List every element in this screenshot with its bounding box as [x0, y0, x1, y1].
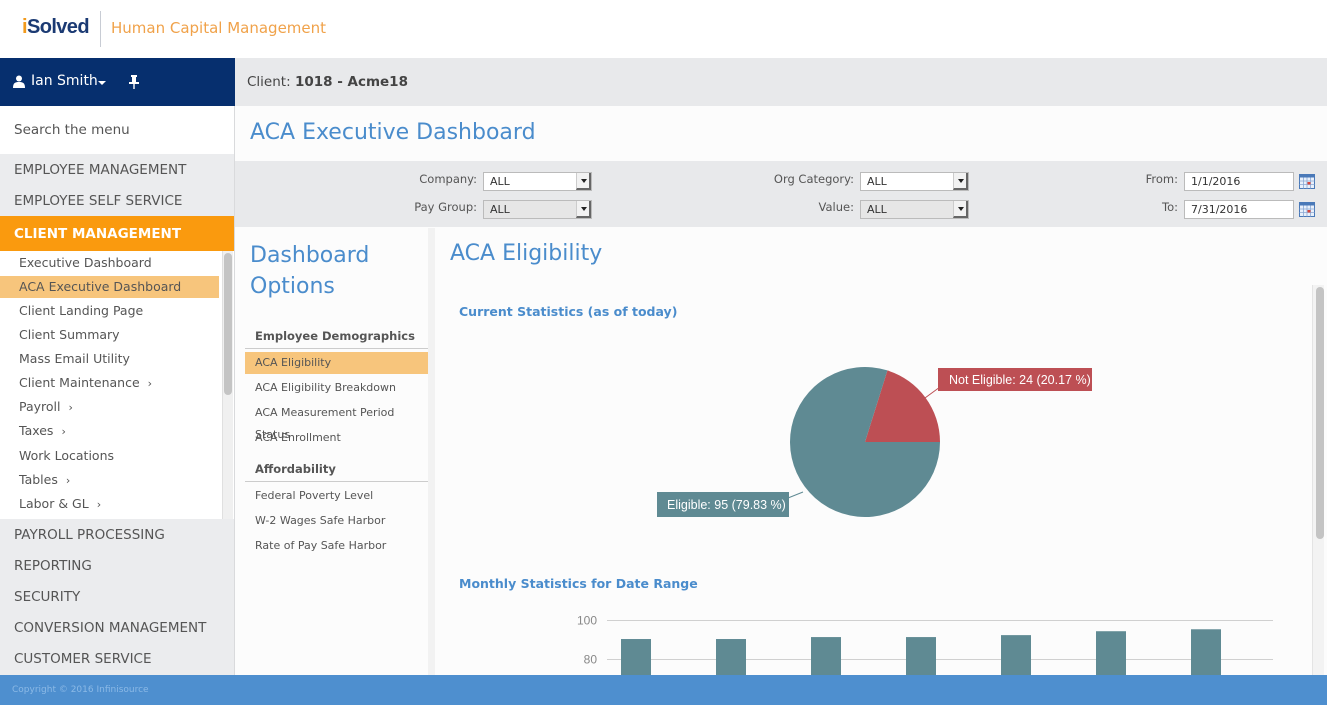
org-category-label: Org Category:: [773, 172, 854, 186]
page-title: ACA Executive Dashboard: [250, 120, 536, 145]
menu-search-input[interactable]: [0, 106, 234, 154]
chevron-right-icon: ›: [96, 498, 102, 511]
calendar-icon[interactable]: [1299, 202, 1315, 217]
from-date-label: From:: [1145, 172, 1178, 186]
leader-line-eligible: [787, 491, 804, 499]
chevron-right-icon: ›: [68, 401, 73, 414]
sidebar-item-tables[interactable]: Tables ›: [0, 469, 219, 491]
sidebar-section-reporting[interactable]: REPORTING: [0, 551, 234, 582]
option-aca-enrollment[interactable]: ACA Enrollment: [245, 427, 428, 449]
option-aca-measurement-period-status[interactable]: ACA Measurement Period Status: [245, 402, 428, 441]
company-select[interactable]: ALL: [483, 172, 592, 191]
option-rate-of-pay-safe-harbor[interactable]: Rate of Pay Safe Harbor: [245, 535, 428, 557]
chevron-down-icon[interactable]: [98, 81, 106, 85]
monthly-bar-chart: 100 80: [577, 614, 1273, 675]
bar-feb-2016[interactable]: [716, 639, 746, 675]
copyright-text: Copyright © 2016 Infinisource: [12, 685, 149, 695]
sidebar-section-security[interactable]: SECURITY: [0, 582, 234, 613]
bar-jan-2016[interactable]: [621, 639, 651, 675]
bar-may-2016[interactable]: [1001, 635, 1031, 675]
pin-icon[interactable]: [129, 75, 139, 89]
to-date-input[interactable]: [1184, 200, 1294, 219]
sidebar-item-client-maintenance[interactable]: Client Maintenance ›: [0, 372, 219, 394]
submenu-scrollbar-thumb[interactable]: [224, 253, 232, 395]
dropdown-arrow-icon: [576, 173, 591, 190]
sidebar-item-client-summary[interactable]: Client Summary: [0, 324, 219, 346]
dropdown-arrow-icon: [576, 201, 591, 218]
options-group-employee-demographics: Employee Demographics: [245, 325, 428, 349]
pay-group-label: Pay Group:: [414, 200, 477, 214]
bar-apr-2016[interactable]: [906, 637, 936, 675]
footer: Copyright © 2016 Infinisource: [0, 675, 1327, 705]
monthly-statistics-title: Monthly Statistics for Date Range: [459, 576, 698, 591]
sidebar-section-employee-self-service[interactable]: EMPLOYEE SELF SERVICE: [0, 186, 234, 217]
sidebar-item-work-locations[interactable]: Work Locations: [0, 445, 219, 467]
sidebar-section-client-management[interactable]: CLIENT MANAGEMENT: [0, 216, 234, 253]
sidebar-item-payroll[interactable]: Payroll ›: [0, 396, 219, 418]
eligibility-pie-chart: Not Eligible: 24 (20.17 %) Eligible: 95 …: [657, 367, 1092, 517]
menu-search: [0, 106, 234, 154]
user-bar: Ian Smith: [0, 58, 235, 106]
chevron-right-icon: ›: [147, 377, 153, 390]
sidebar-section-payroll-processing[interactable]: PAYROLL PROCESSING: [0, 520, 234, 551]
sidebar-item-labor-gl[interactable]: Labor & GL ›: [0, 493, 219, 515]
chevron-right-icon: ›: [61, 425, 66, 438]
dropdown-arrow-icon: [953, 173, 968, 190]
user-menu-button[interactable]: Ian Smith: [31, 73, 98, 89]
client-management-submenu: Executive Dashboard ACA Executive Dashbo…: [0, 251, 234, 519]
sidebar-item-aca-executive-dashboard[interactable]: ACA Executive Dashboard: [0, 276, 219, 298]
dropdown-arrow-icon: [953, 201, 968, 218]
sidebar-item-executive-dashboard[interactable]: Executive Dashboard: [0, 252, 219, 274]
option-aca-eligibility[interactable]: ACA Eligibility: [245, 352, 428, 374]
y-tick-label: 80: [584, 653, 598, 667]
calendar-icon[interactable]: [1299, 174, 1315, 189]
brand-bar: iSolved Human Capital Management: [0, 0, 1327, 58]
client-bar: Client: 1018 - Acme18: [235, 58, 1327, 106]
y-tick-label: 100: [577, 614, 597, 628]
option-aca-eligibility-breakdown[interactable]: ACA Eligibility Breakdown: [245, 377, 428, 399]
sidebar: EMPLOYEE MANAGEMENT EMPLOYEE SELF SERVIC…: [0, 106, 235, 675]
value-label: Value:: [818, 200, 854, 214]
sidebar-section-conversion-management[interactable]: CONVERSION MANAGEMENT: [0, 613, 234, 644]
data-label-not-eligible: Not Eligible: 24 (20.17 %): [949, 373, 1091, 387]
dashboard-options-title: Dashboard Options: [250, 243, 370, 299]
client-indicator: Client: 1018 - Acme18: [247, 74, 408, 90]
chevron-right-icon: ›: [65, 474, 71, 487]
org-category-select[interactable]: ALL: [860, 172, 969, 191]
data-label-eligible: Eligible: 95 (79.83 %): [667, 498, 786, 512]
bar-jun-2016[interactable]: [1096, 631, 1126, 675]
sidebar-item-taxes[interactable]: Taxes ›: [0, 420, 219, 442]
pay-group-select[interactable]: ALL: [483, 200, 592, 219]
bar-jul-2016[interactable]: [1191, 629, 1221, 675]
bar-series: [621, 629, 1221, 675]
isolved-logo[interactable]: iSolved: [22, 16, 90, 39]
current-statistics-title: Current Statistics (as of today): [459, 304, 678, 319]
sidebar-section-customer-service[interactable]: CUSTOMER SERVICE: [0, 644, 234, 675]
client-name: 1018 - Acme18: [294, 74, 408, 90]
bar-mar-2016[interactable]: [811, 637, 841, 675]
content-scrollbar-thumb[interactable]: [1316, 287, 1324, 539]
option-w2-wages-safe-harbor[interactable]: W-2 Wages Safe Harbor: [245, 510, 428, 532]
product-title: Human Capital Management: [111, 19, 327, 37]
logo-divider: [100, 11, 101, 47]
to-date-label: To:: [1162, 200, 1178, 214]
panel-divider: [428, 228, 435, 675]
sidebar-section-employee-management[interactable]: EMPLOYEE MANAGEMENT: [0, 155, 234, 186]
sidebar-item-client-landing-page[interactable]: Client Landing Page: [0, 300, 219, 322]
sidebar-item-mass-email-utility[interactable]: Mass Email Utility: [0, 348, 219, 370]
options-group-affordability: Affordability: [245, 458, 428, 482]
from-date-input[interactable]: [1184, 172, 1294, 191]
content-title: ACA Eligibility: [450, 241, 603, 266]
company-label: Company:: [419, 172, 477, 186]
filter-bar: Company: ALL Pay Group: ALL Org Category…: [235, 161, 1327, 227]
value-select[interactable]: ALL: [860, 200, 969, 219]
option-federal-poverty-level[interactable]: Federal Poverty Level: [245, 485, 428, 507]
user-icon: [13, 75, 25, 88]
